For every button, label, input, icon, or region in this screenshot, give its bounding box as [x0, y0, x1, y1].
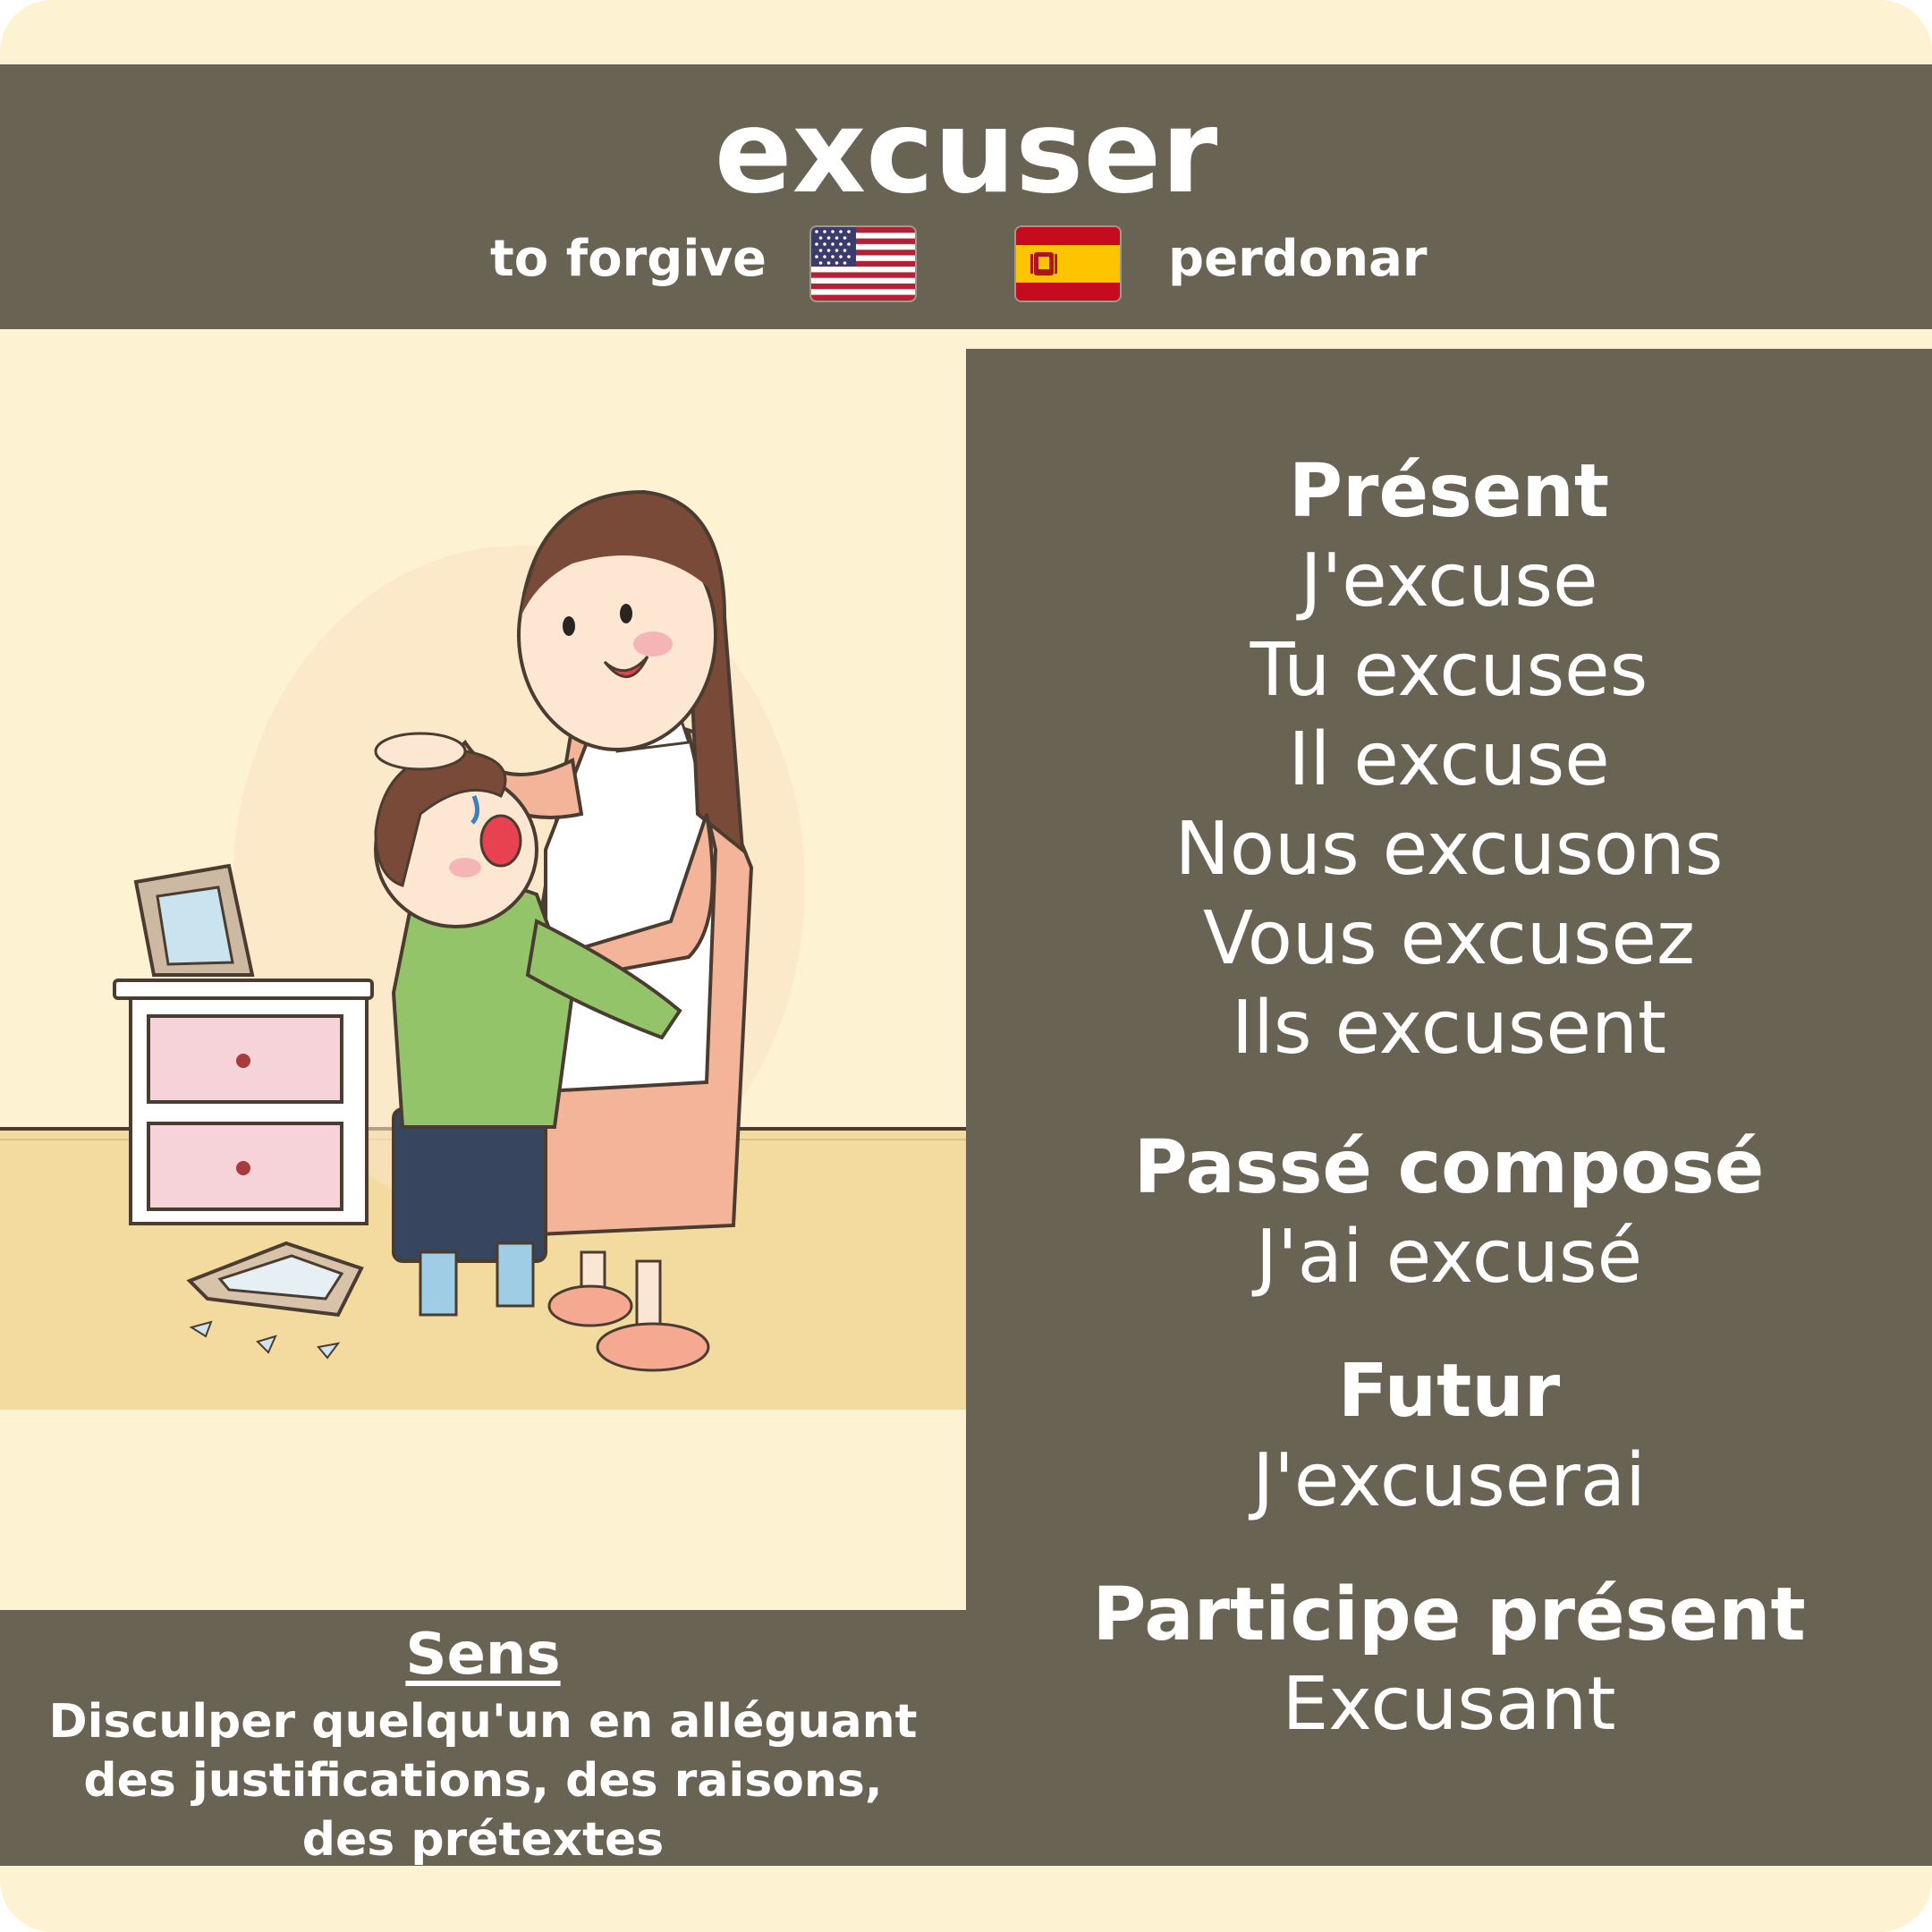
passe-compose-form: J'ai excusé: [1255, 1215, 1643, 1300]
spanish-translation: perdonar: [1168, 230, 1428, 288]
passe-compose-heading: Passé composé: [1133, 1125, 1765, 1210]
futur-form: J'excuserai: [1252, 1438, 1646, 1523]
english-translation: to forgive: [490, 230, 767, 288]
sense-heading: Sens: [405, 1622, 561, 1688]
present-form-vous: Vous excusez: [1202, 896, 1696, 981]
participe-present-heading: Participe présent: [1092, 1572, 1806, 1657]
sense-definition: Disculper quelqu'un en alléguant des jus…: [0, 1692, 966, 1869]
present-heading: Présent: [1288, 449, 1610, 534]
sense-line: des prétextes: [301, 1813, 665, 1867]
present-form-ils: Ils excusent: [1231, 986, 1667, 1071]
sense-line: des justifications, des raisons,: [83, 1754, 883, 1808]
present-form-je: J'excuse: [1300, 538, 1598, 623]
sense-line: Disculper quelqu'un en alléguant: [48, 1695, 918, 1749]
us-flag-icon: [811, 227, 915, 301]
spain-flag-icon: [1016, 227, 1120, 301]
verb-title: excuser: [714, 86, 1218, 219]
verb-card: excuser to forgive perdonar Présent J'ex…: [0, 0, 1932, 1932]
illustration: [0, 349, 966, 1410]
present-form-il: Il excuse: [1288, 717, 1610, 802]
futur-heading: Futur: [1337, 1349, 1561, 1434]
participe-present-form: Excusant: [1282, 1662, 1616, 1747]
present-form-nous: Nous excusons: [1174, 807, 1724, 892]
present-form-tu: Tu excuses: [1250, 628, 1648, 713]
